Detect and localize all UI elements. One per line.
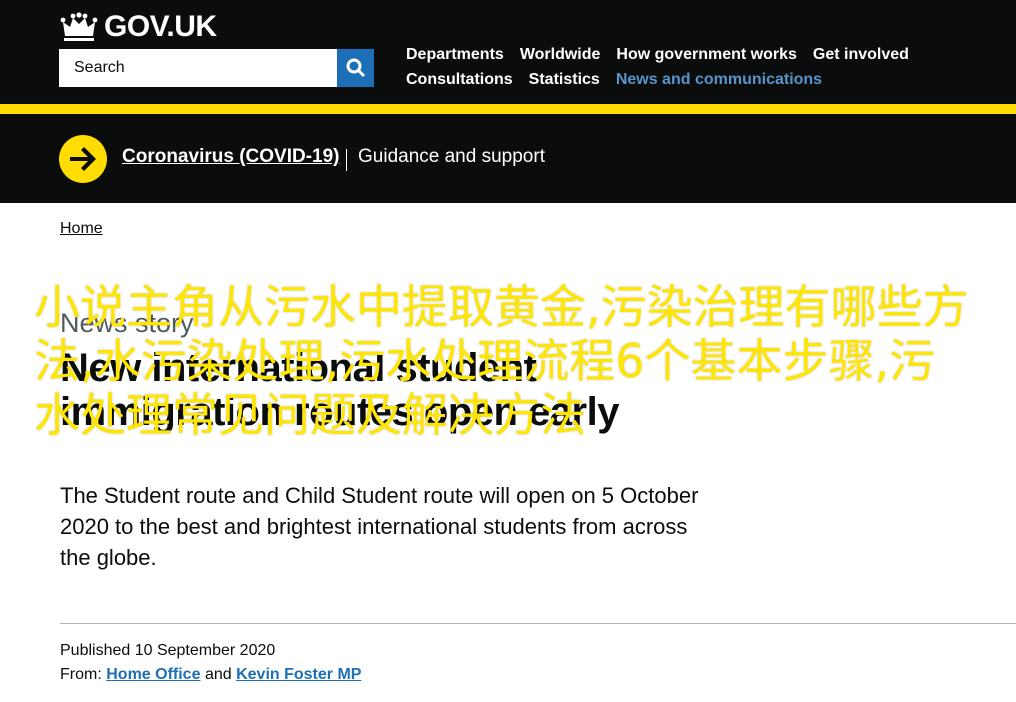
covid-subtitle: Guidance and support <box>358 146 545 167</box>
search-form <box>59 49 374 87</box>
article-caption: News story <box>60 308 194 338</box>
covid-divider <box>346 149 347 171</box>
main-nav: Departments Worldwide How government wor… <box>406 44 966 90</box>
nav-departments[interactable]: Departments <box>406 44 504 65</box>
nav-worldwide[interactable]: Worldwide <box>520 44 601 65</box>
page-title: New international student immigration ro… <box>60 346 619 434</box>
metadata-divider <box>60 623 1016 624</box>
nav-news-and-communications[interactable]: News and communications <box>616 69 822 90</box>
arrow-right-circle-icon <box>59 135 107 183</box>
header-accent-bar <box>0 104 1016 114</box>
from-line: From: Home Office and Kevin Foster MP <box>60 666 361 684</box>
search-button[interactable] <box>337 49 374 87</box>
from-link-home-office[interactable]: Home Office <box>106 666 200 683</box>
search-icon <box>346 58 365 78</box>
covid-link[interactable]: Coronavirus (COVID-19) <box>122 146 339 168</box>
search-input[interactable] <box>59 49 337 87</box>
published-date: Published 10 September 2020 <box>60 642 276 659</box>
nav-how-government-works[interactable]: How government works <box>616 44 796 65</box>
article-lead: The Student route and Child Student rout… <box>60 483 699 570</box>
nav-get-involved[interactable]: Get involved <box>813 44 909 65</box>
logo-text: GOV.UK <box>104 10 217 43</box>
from-link-kevin-foster[interactable]: Kevin Foster MP <box>236 666 361 683</box>
covid-banner: Coronavirus (COVID-19) Guidance and supp… <box>0 114 1016 203</box>
nav-statistics[interactable]: Statistics <box>529 69 600 90</box>
from-and: and <box>204 666 232 683</box>
breadcrumb-home[interactable]: Home <box>60 220 103 238</box>
crown-icon <box>60 12 98 41</box>
site-header: GOV.UK Departments Worldwide How governm… <box>0 0 1016 104</box>
govuk-logo[interactable]: GOV.UK <box>60 10 217 44</box>
from-label: From: <box>60 666 102 683</box>
nav-consultations[interactable]: Consultations <box>406 69 513 90</box>
